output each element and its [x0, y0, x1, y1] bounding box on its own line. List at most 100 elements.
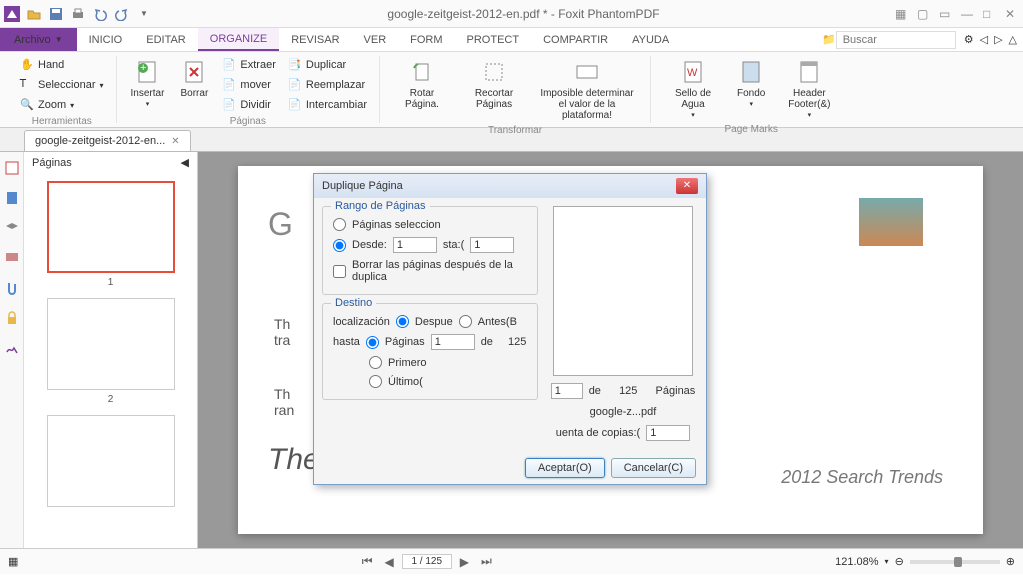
zoom-out-button[interactable]: ⊖ [895, 555, 904, 568]
destino-group: Destino localizaciónDespueAntes(B hastaP… [322, 303, 538, 400]
prev-page-button[interactable]: ◀ [381, 553, 398, 571]
radio-primero[interactable] [369, 356, 382, 369]
rotar-button[interactable]: Rotar Página. [388, 56, 456, 123]
page-input[interactable] [402, 554, 452, 569]
dividir-button[interactable]: 📄Dividir [218, 96, 279, 114]
radio-paginas[interactable] [366, 336, 379, 349]
imposible-button[interactable]: Imposible determinar el valor de la plat… [532, 56, 642, 123]
dialog-title: Duplique Página [322, 180, 403, 192]
hand-button[interactable]: ✋Hand [16, 56, 108, 74]
zoom-dropdown-icon[interactable]: ▾ [885, 557, 889, 566]
qat-dropdown-icon[interactable]: ▼ [136, 6, 152, 22]
doc-tab[interactable]: google-zeitgeist-2012-en... ✕ [24, 130, 191, 151]
duplicar-button[interactable]: 📑Duplicar [284, 56, 371, 74]
page-trends: 2012 Search Trends [781, 467, 943, 488]
header-button[interactable]: Header Footer(&)▾ [775, 56, 843, 122]
borrar-checkbox[interactable] [333, 265, 346, 278]
ribbon: ✋Hand ᎢSeleccionar▾ 🔍Zoom▾ Herramientas … [0, 52, 1023, 128]
borrar-button[interactable]: Borrar [174, 56, 214, 114]
signatures-icon[interactable] [4, 340, 20, 356]
close-icon[interactable]: ✕ [1005, 7, 1019, 21]
svg-text:+: + [140, 62, 146, 74]
save-icon[interactable] [48, 6, 64, 22]
panel-collapse-icon[interactable]: ◀ [181, 156, 189, 169]
preview-box [553, 206, 693, 376]
next-icon[interactable]: ▷ [994, 33, 1002, 46]
thumbnail-3[interactable] [47, 415, 175, 507]
insertar-button[interactable]: +Insertar▾ [125, 56, 171, 114]
open-icon[interactable] [26, 6, 42, 22]
quick-access-toolbar: ▼ [4, 6, 152, 22]
dialog-close-icon[interactable]: ✕ [676, 178, 698, 194]
radio-antes[interactable] [459, 315, 472, 328]
destino-page-input[interactable] [431, 334, 475, 350]
search-input[interactable] [836, 31, 956, 49]
ribbon-group-paginas: +Insertar▾ Borrar 📄Extraer 📄mover 📄Divid… [117, 56, 381, 123]
zoom-controls: 121.08% ▾ ⊖ ⊕ [835, 555, 1015, 568]
doc-icon[interactable]: ▢ [917, 7, 931, 21]
comments-icon[interactable] [4, 250, 20, 266]
print-icon[interactable] [70, 6, 86, 22]
redo-icon[interactable] [114, 6, 130, 22]
tab-protect[interactable]: PROTECT [455, 28, 532, 51]
collapse-icon[interactable]: ▭ [939, 7, 953, 21]
tab-revisar[interactable]: REVISAR [279, 28, 351, 51]
menubar: Archivo▼ INICIO EDITAR ORGANIZE REVISAR … [0, 28, 1023, 52]
extraer-button[interactable]: 📄Extraer [218, 56, 279, 74]
security-icon[interactable] [4, 310, 20, 326]
gear-icon[interactable]: ⚙ [964, 33, 974, 46]
copias-input[interactable] [646, 425, 690, 441]
pages-panel-icon[interactable] [4, 160, 20, 176]
tab-compartir[interactable]: COMPARTIR [531, 28, 620, 51]
minimize-icon[interactable]: — [961, 7, 975, 21]
radio-ultimo[interactable] [369, 375, 382, 388]
hasta-input[interactable] [470, 237, 514, 253]
radio-despues[interactable] [396, 315, 409, 328]
maximize-icon[interactable]: □ [983, 7, 997, 21]
search-box: 📁 [820, 28, 958, 51]
attachments-icon[interactable] [4, 280, 20, 296]
intercambiar-button[interactable]: 📄Intercambiar [284, 96, 371, 114]
tab-form[interactable]: FORM [398, 28, 454, 51]
zoom-in-button[interactable]: ⊕ [1006, 555, 1015, 568]
mover-button[interactable]: 📄mover [218, 76, 279, 94]
file-menu[interactable]: Archivo▼ [0, 28, 77, 51]
sidebar-nav [0, 152, 24, 548]
last-page-button[interactable]: ⏭ [477, 552, 496, 571]
desde-input[interactable] [393, 237, 437, 253]
radio-selected-pages[interactable] [333, 218, 346, 231]
page-nav: ⏮ ◀ ▶ ⏭ [26, 552, 827, 571]
tab-editar[interactable]: EDITAR [134, 28, 198, 51]
layers-icon[interactable] [4, 220, 20, 236]
first-page-button[interactable]: ⏮ [358, 552, 377, 571]
window-title: google-zeitgeist-2012-en.pdf * - Foxit P… [152, 7, 895, 21]
fondo-button[interactable]: Fondo▾ [731, 56, 771, 122]
zoom-button[interactable]: 🔍Zoom▾ [16, 96, 108, 114]
undo-icon[interactable] [92, 6, 108, 22]
collapse-ribbon-icon[interactable]: △ [1009, 33, 1017, 46]
reemplazar-button[interactable]: 📄Reemplazar [284, 76, 371, 94]
sello-button[interactable]: WSello de Agua▾ [659, 56, 727, 122]
doc-tab-close-icon[interactable]: ✕ [171, 136, 179, 147]
seleccionar-button[interactable]: ᎢSeleccionar▾ [16, 76, 108, 94]
thumbnails-header: Páginas◀ [24, 152, 197, 173]
thumbnail-1[interactable] [47, 181, 175, 273]
zoom-slider[interactable] [910, 560, 1000, 564]
bookmarks-icon[interactable] [4, 190, 20, 206]
thumbnail-2[interactable] [47, 298, 175, 390]
tab-ver[interactable]: VER [352, 28, 399, 51]
titlebar: ▼ google-zeitgeist-2012-en.pdf * - Foxit… [0, 0, 1023, 28]
next-page-button[interactable]: ▶ [456, 553, 473, 571]
radio-desde[interactable] [333, 239, 346, 252]
tab-organize[interactable]: ORGANIZE [198, 28, 279, 51]
tab-ayuda[interactable]: AYUDA [620, 28, 681, 51]
view-layout-icon[interactable]: ▦ [8, 555, 18, 568]
ok-button[interactable]: Aceptar(O) [525, 458, 605, 478]
tab-inicio[interactable]: INICIO [77, 28, 135, 51]
prev-icon[interactable]: ◁ [980, 33, 988, 46]
grid-icon[interactable]: ▦ [895, 7, 909, 21]
dialog-titlebar[interactable]: Duplique Página ✕ [314, 174, 706, 198]
preview-page-input[interactable] [551, 383, 583, 399]
cancel-button[interactable]: Cancelar(C) [611, 458, 696, 478]
recortar-button[interactable]: Recortar Páginas [460, 56, 528, 123]
